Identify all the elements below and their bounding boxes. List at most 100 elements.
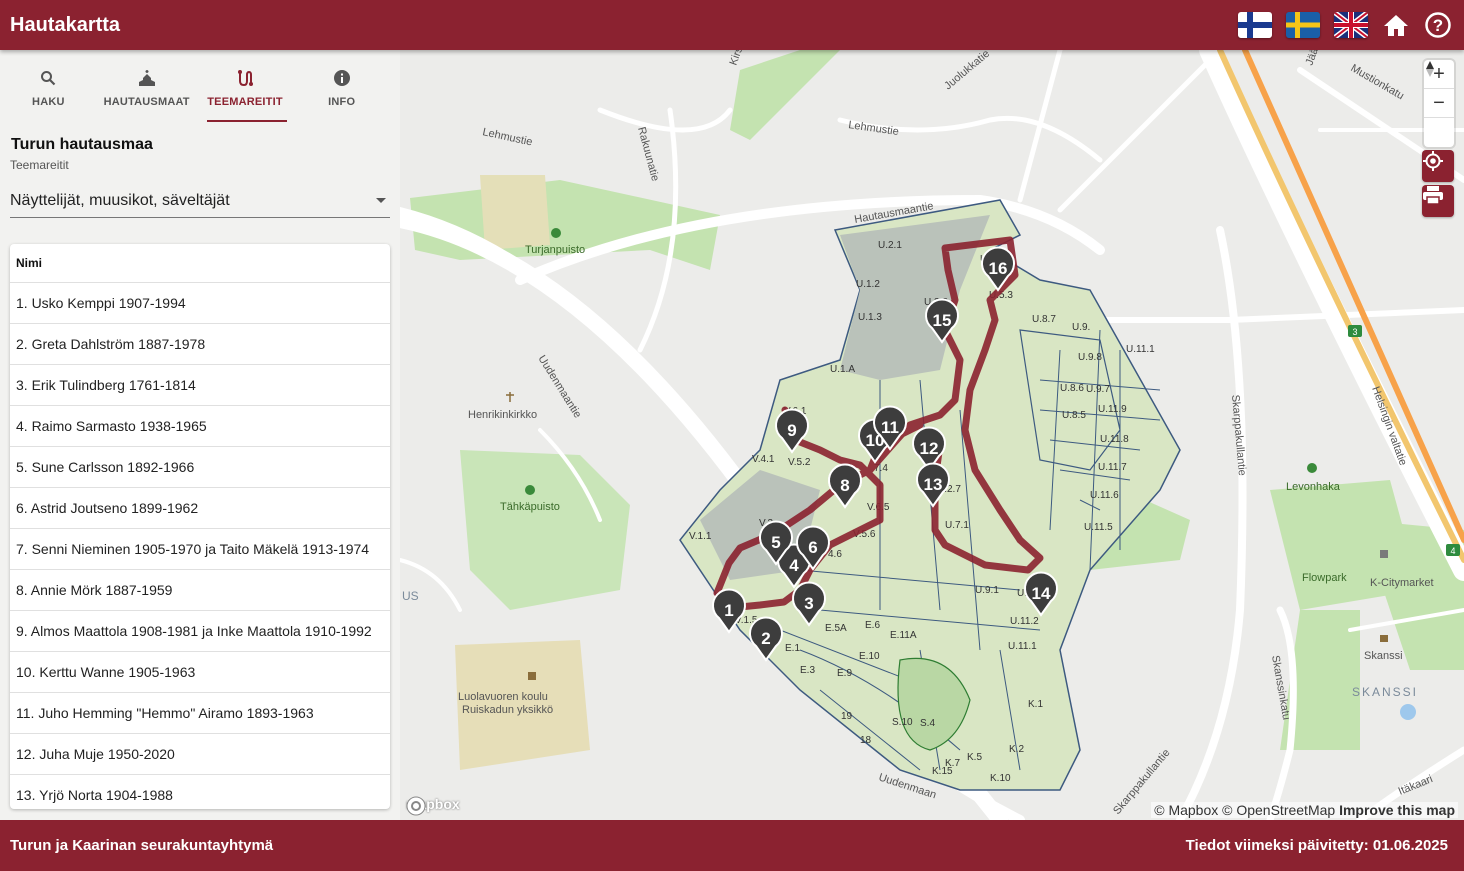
cemetery-block-label: U.1.3 <box>858 312 882 323</box>
sports-field <box>480 175 550 250</box>
cemetery-block-label: U.8.5 <box>1062 410 1086 421</box>
road-shield-label: 4 <box>1450 546 1455 556</box>
poi-label: Levonhaka <box>1286 481 1341 493</box>
cemetery-block-label: U.11.1 <box>1008 641 1037 652</box>
pond-icon <box>1400 704 1416 720</box>
list-header: Nimi <box>10 244 390 283</box>
list-item[interactable]: 13. Yrjö Norta 1904-1988 <box>10 775 390 809</box>
info-icon <box>333 68 351 88</box>
cemetery-block-label: U.8.6 <box>1060 383 1084 394</box>
improve-map-link[interactable]: Improve this map <box>1339 802 1455 818</box>
list-item[interactable]: 2. Greta Dahlström 1887-1978 <box>10 324 390 365</box>
street-label: Jää <box>1304 50 1322 67</box>
poi-label: Skanssi <box>1364 650 1403 662</box>
cemetery-block-label: V.5.2 <box>788 457 811 468</box>
route-marker-label: 9 <box>787 421 796 440</box>
swedish-flag[interactable] <box>1286 12 1320 38</box>
poi-label: Ruiskadun yksikkö <box>462 704 553 716</box>
route-icon <box>236 68 254 88</box>
list-item[interactable]: 7. Senni Nieminen 1905-1970 ja Taito Mäk… <box>10 529 390 570</box>
cemetery-block-label: K.5 <box>967 752 982 763</box>
area-label: SKANSSI <box>1352 685 1418 699</box>
tab-hautausmaat[interactable]: HAUTAUSMAAT <box>104 50 190 126</box>
search-icon <box>40 68 56 88</box>
tab-teemareitit[interactable]: TEEMAREITIT <box>206 50 287 126</box>
help-icon[interactable]: ? <box>1424 11 1452 39</box>
zoom-out-button[interactable]: − <box>1424 89 1454 118</box>
shop-icon <box>1380 550 1388 558</box>
locate-button[interactable] <box>1422 150 1454 182</box>
compass-button[interactable] <box>1424 61 1454 147</box>
cemetery-block-label: 4.6 <box>828 549 842 560</box>
list-item[interactable]: 10. Kerttu Wanne 1905-1963 <box>10 652 390 693</box>
route-marker-label: 11 <box>881 418 899 437</box>
locate-icon <box>1423 151 1443 171</box>
zoom-controls: + − <box>1424 60 1454 147</box>
school-icon <box>528 672 536 680</box>
list-item[interactable]: 8. Annie Mörk 1887-1959 <box>10 570 390 611</box>
cemetery-block-label: U.1.2 <box>856 279 880 290</box>
tree-icon <box>1307 463 1317 473</box>
app-title: Hautakartta <box>10 13 121 36</box>
route-select-value: Näyttelijät, muusikot, säveltäjät <box>10 191 230 209</box>
street-label: Lehmustie <box>848 119 900 138</box>
cemetery-block-label: U.8.7 <box>1032 314 1056 325</box>
cemetery-block-label: S.10 <box>892 717 913 728</box>
route-select[interactable]: Näyttelijät, muusikot, säveltäjät <box>10 184 390 218</box>
cemetery-block-label: K.10 <box>990 773 1011 784</box>
cemetery-block-label: V.1.1 <box>689 531 712 542</box>
church-icon <box>506 392 514 402</box>
cemetery-block-label: U.11.6 <box>1090 490 1119 501</box>
cemetery-block-label: U.9.7 <box>1086 384 1110 395</box>
poi-label: Flowpark <box>1302 572 1347 584</box>
dropdown-arrow-icon <box>376 198 386 203</box>
list-item[interactable]: 9. Almos Maattola 1908-1981 ja Inke Maat… <box>10 611 390 652</box>
route-marker-label: 1 <box>724 601 733 620</box>
english-flag[interactable] <box>1334 12 1368 38</box>
attribution-text[interactable]: © Mapbox © OpenStreetMap <box>1154 802 1335 818</box>
cemetery-block-label: K.1 <box>1028 699 1043 710</box>
footer: Turun ja Kaarinan seurakuntayhtymä Tiedo… <box>0 820 1464 871</box>
shop-icon <box>1380 635 1388 642</box>
route-marker-label: 5 <box>771 533 780 552</box>
footer-organization: Turun ja Kaarinan seurakuntayhtymä <box>10 837 274 854</box>
list-item[interactable]: 12. Juha Muje 1950-2020 <box>10 734 390 775</box>
street-label: Itäkaari <box>1397 773 1435 798</box>
list-item[interactable]: 1. Usko Kemppi 1907-1994 <box>10 283 390 324</box>
street-label: Uudenmaantie <box>535 353 583 420</box>
map-view[interactable]: Lehmustie Lehmustie Rakuunatie Juolukkat… <box>400 50 1464 820</box>
route-marker-label: 15 <box>933 311 952 330</box>
cemetery-block-label: U.11.9 <box>1098 404 1127 415</box>
tab-haku[interactable]: HAKU <box>10 50 87 126</box>
svg-text:?: ? <box>1433 16 1443 35</box>
cemetery-block-label: U.9. <box>1072 322 1090 333</box>
cemetery-block-label: 19 <box>841 711 853 722</box>
map-canvas[interactable]: Lehmustie Lehmustie Rakuunatie Juolukkat… <box>400 50 1464 820</box>
cemetery-block-label: E.3 <box>800 665 815 676</box>
mapbox-logo[interactable]: mapbox <box>406 796 460 816</box>
cemetery-block-label: S.4 <box>920 718 935 729</box>
list-item[interactable]: 3. Erik Tulindberg 1761-1814 <box>10 365 390 406</box>
list-item[interactable]: 6. Astrid Joutseno 1899-1962 <box>10 488 390 529</box>
area-label: US <box>402 589 419 603</box>
list-item[interactable]: 4. Raimo Sarmasto 1938-1965 <box>10 406 390 447</box>
route-marker-label: 3 <box>804 594 813 613</box>
finnish-flag[interactable] <box>1238 12 1272 38</box>
print-button[interactable] <box>1422 185 1454 217</box>
home-icon[interactable] <box>1382 11 1410 39</box>
list-item[interactable]: 5. Sune Carlsson 1892-1966 <box>10 447 390 488</box>
road-shield-label: 3 <box>1352 327 1357 337</box>
street-label: Skanssinkatu <box>1269 654 1292 721</box>
top-bar: Hautakartta ? <box>0 0 1464 50</box>
cemetery-block-label: E.9 <box>837 668 852 679</box>
route-marker-label: 4 <box>789 556 799 575</box>
tab-info[interactable]: INFO <box>303 50 380 126</box>
cemetery-block-label: E.1 <box>785 643 800 654</box>
poi-label: Tähkäpuisto <box>500 501 560 513</box>
cemetery-block-label: E.11A <box>890 630 917 641</box>
cemetery-block-label: U.11.8 <box>1100 434 1129 445</box>
list-item[interactable]: 11. Juho Hemming "Hemmo" Airamo 1893-196… <box>10 693 390 734</box>
cemetery-block-label: U.11.1 <box>1126 344 1155 355</box>
street-label: Rakuunatie <box>635 126 661 183</box>
cemetery-block-label: U.2.1 <box>878 240 902 251</box>
